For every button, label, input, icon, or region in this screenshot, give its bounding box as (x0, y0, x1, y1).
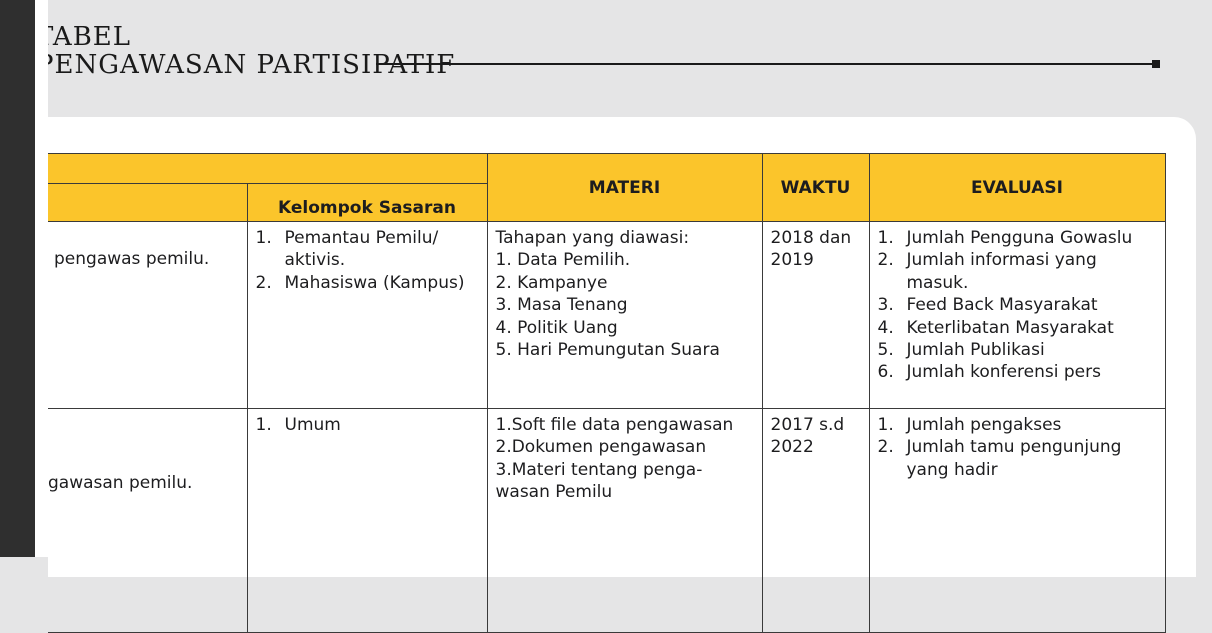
cell-materi: 1.Soft file data pengawasan 2.Dokumen pe… (486, 408, 763, 633)
list-item: 1. Jumlah pengakses (877, 415, 1062, 435)
page-edge-light (35, 0, 48, 557)
header-group-cell (48, 153, 488, 184)
header-kelompok-sasaran: Kelompok Sasaran (246, 183, 488, 222)
cell-tujuan: gawasan pemilu. (48, 408, 248, 633)
title-rule-end (1152, 60, 1160, 68)
list-item: 1. Jumlah Pengguna Gowaslu (877, 228, 1133, 248)
cell-waktu: 2017 s.d 2022 (761, 408, 870, 633)
table-row: gawasan pemilu. 1. Umum 1.Soft file data … (48, 408, 1166, 633)
title-line-2: PENGAWASAN PARTISIPATIF (48, 50, 456, 80)
list-item: 2. Jumlah informasi yang masuk. (877, 250, 1097, 293)
table-row: pengawas pemilu. 1. Pemantau Pemilu/ akti… (48, 221, 1166, 409)
list-item: 5. Jumlah Publikasi (877, 340, 1045, 361)
header-evaluasi: EVALUASI (868, 153, 1166, 222)
header-materi: MATERI (486, 153, 763, 222)
title-rule (376, 63, 1154, 65)
cell-sasaran: 1. Pemantau Pemilu/ aktivis. 2. Mahasiswa … (246, 221, 488, 409)
list-item: 4. Keterlibatan Masyarakat (877, 317, 1114, 338)
cell-materi: Tahapan yang diawasi: 1. Data Pemilih. 2… (486, 221, 763, 409)
list-item: 1. Umum (255, 415, 341, 435)
page-edge-dark (0, 0, 35, 557)
title-line-1: TABEL (48, 22, 132, 52)
program-table: MATERI WAKTU EVALUASI Kelompok Sasaran p… (48, 153, 1166, 633)
list-item: 2. Jumlah tamu pengunjung yang hadir (877, 437, 1122, 480)
header-waktu: WAKTU (761, 153, 870, 222)
list-item: 6. Jumlah konferensi pers (877, 362, 1101, 383)
header-blank (48, 183, 248, 222)
list-item: 2. Mahasiswa (Kampus) (255, 272, 465, 293)
section-title: TABEL PENGAWASAN PARTISIPATIF (48, 16, 1212, 96)
list-item: 3. Feed Back Masyarakat (877, 295, 1098, 316)
list-item: 1. Pemantau Pemilu/ aktivis. (255, 228, 439, 271)
cell-evaluasi: 1. Jumlah Pengguna Gowaslu 2. Jumlah infor… (868, 221, 1166, 409)
cell-sasaran: 1. Umum (246, 408, 488, 633)
cell-tujuan: pengawas pemilu. (48, 221, 248, 409)
cell-waktu: 2018 dan 2019 (761, 221, 870, 409)
cell-evaluasi: 1. Jumlah pengakses 2. Jumlah tamu pengunj… (868, 408, 1166, 633)
